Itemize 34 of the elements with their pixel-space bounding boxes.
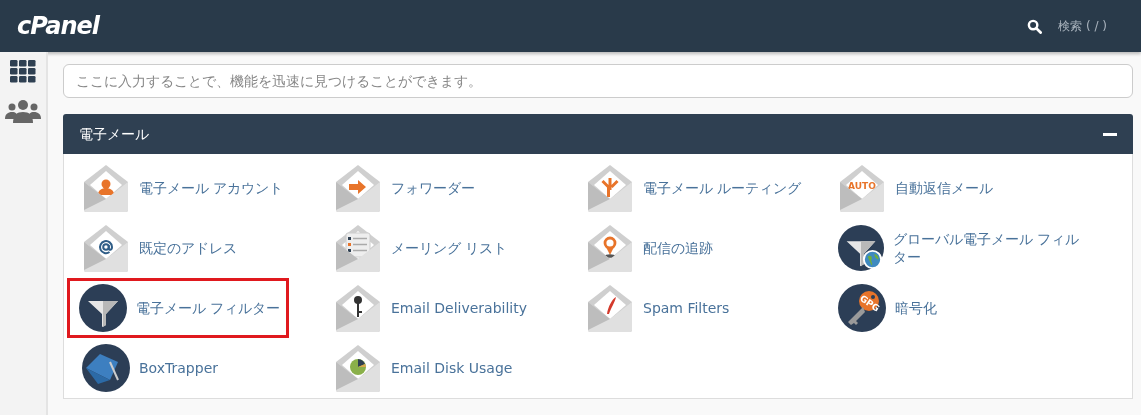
- envelope-at-sign-icon: [82, 224, 130, 272]
- feature-link[interactable]: 既定のアドレス: [78, 224, 330, 272]
- feature-link[interactable]: BoxTrapper: [78, 344, 330, 392]
- envelope-arrow-icon: [334, 164, 382, 212]
- panel-title: 電子メール: [79, 124, 149, 144]
- box-icon: [82, 344, 130, 392]
- feature-link[interactable]: Email Disk Usage: [330, 344, 582, 392]
- grid-icon[interactable]: [10, 60, 36, 83]
- feature-link[interactable]: グローバル電子メール フィルター: [834, 224, 1086, 272]
- feature-link[interactable]: 電子メール ルーティング: [582, 164, 834, 212]
- feature-link[interactable]: フォワーダー: [330, 164, 582, 212]
- envelope-pin-icon: [586, 224, 634, 272]
- feature-link[interactable]: 電子メール フィルター: [67, 278, 289, 338]
- search-field[interactable]: ここに入力することで、機能を迅速に見つけることができます。: [63, 64, 1133, 98]
- feature-link[interactable]: 電子メール アカウント: [78, 164, 330, 212]
- logo[interactable]: cPanel: [17, 8, 100, 44]
- funnel-globe-icon: [838, 224, 884, 272]
- users-icon[interactable]: [5, 99, 41, 123]
- envelope-person-icon: [82, 164, 130, 212]
- envelope-feather-icon: [586, 284, 634, 332]
- feature-link[interactable]: 配信の追跡: [582, 224, 834, 272]
- minus-icon: [1103, 132, 1117, 136]
- feature-link[interactable]: AUTO 自動返信メール: [834, 164, 1086, 212]
- feature-link[interactable]: Email Deliverability: [330, 284, 582, 332]
- envelope-key-icon: [334, 284, 382, 332]
- feature-link[interactable]: Spam Filters: [582, 284, 834, 332]
- search-icon[interactable]: [1027, 18, 1043, 34]
- envelope-split-icon: [586, 164, 634, 212]
- envelope-pie-chart-icon: [334, 344, 382, 392]
- feature-link[interactable]: メーリング リスト: [330, 224, 582, 272]
- envelope-auto-icon: AUTO: [838, 164, 886, 212]
- funnel-icon: [79, 284, 127, 332]
- envelope-list-icon: [334, 224, 382, 272]
- search-shortcut-label[interactable]: 検索 ( / ): [1058, 17, 1107, 35]
